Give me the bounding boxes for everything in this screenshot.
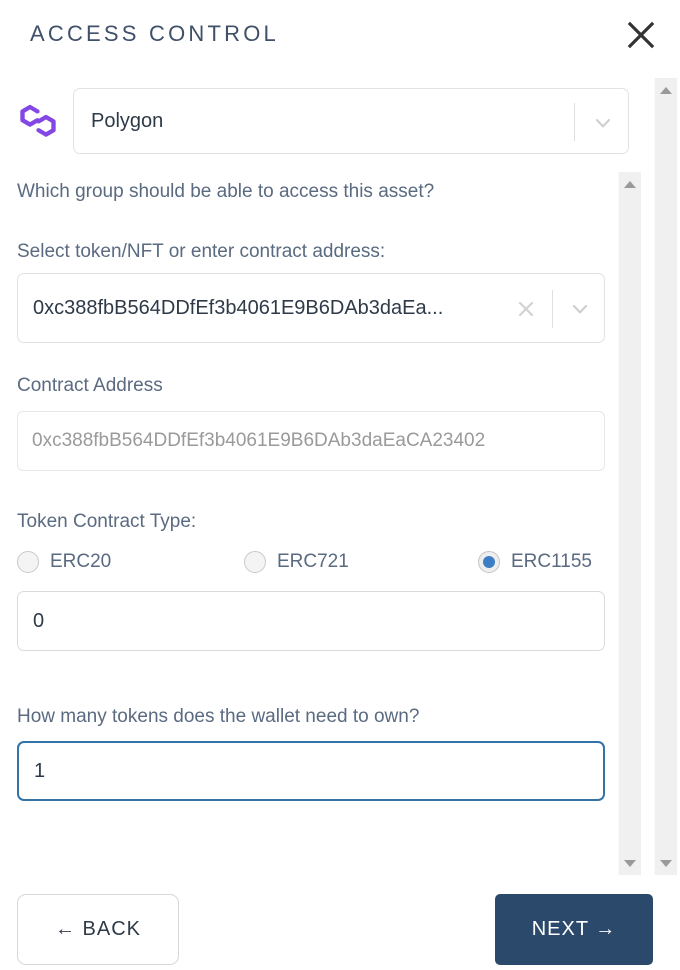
contract-address-input[interactable] [17, 411, 605, 471]
radio-erc20[interactable]: ERC20 [17, 544, 111, 580]
token-select[interactable]: 0xc388fbB564DDfEf3b4061E9B6DAb3daEa... [17, 273, 605, 343]
amount-question-label: How many tokens does the wallet need to … [17, 706, 420, 727]
network-select[interactable]: Polygon [73, 88, 629, 154]
network-select-separator [574, 103, 575, 141]
clear-x-icon[interactable] [515, 298, 537, 320]
radio-label: ERC721 [277, 551, 349, 572]
chevron-down-icon[interactable] [593, 113, 613, 133]
radio-erc721[interactable]: ERC721 [244, 544, 349, 580]
modal-header: ACCESS CONTROL [0, 0, 680, 72]
access-control-modal: ACCESS CONTROL Polygon Which group shoul… [0, 0, 680, 970]
close-button[interactable] [618, 12, 664, 58]
token-id-input[interactable] [17, 591, 605, 651]
radio-icon [244, 551, 266, 573]
form-scroll-panel: Which group should be able to access thi… [0, 166, 618, 878]
scroll-up-arrow-icon[interactable] [619, 176, 641, 192]
close-icon [618, 20, 664, 50]
radio-selected-icon [478, 551, 500, 573]
radio-erc1155[interactable]: ERC1155 [478, 544, 592, 580]
polygon-logo-icon [16, 100, 60, 142]
group-question-label: Which group should be able to access thi… [17, 181, 435, 202]
token-select-value: 0xc388fbB564DDfEf3b4061E9B6DAb3daEa... [33, 297, 444, 319]
token-amount-input[interactable] [17, 741, 605, 801]
page-title: ACCESS CONTROL [30, 21, 279, 46]
inner-scrollbar[interactable] [618, 172, 641, 875]
chevron-down-icon[interactable] [570, 299, 590, 319]
token-select-label: Select token/NFT or enter contract addre… [17, 241, 386, 262]
radio-label: ERC20 [50, 551, 112, 572]
network-row: Polygon [0, 86, 648, 156]
token-contract-type-radio-group: ERC20 ERC721 ERC1155 [0, 544, 618, 580]
contract-address-label: Contract Address [17, 375, 163, 396]
next-button[interactable]: NEXT → [495, 894, 653, 965]
token-select-separator [552, 290, 553, 328]
back-button[interactable]: ← BACK [17, 894, 179, 965]
scroll-down-arrow-icon[interactable] [655, 855, 677, 871]
token-contract-type-label: Token Contract Type: [17, 511, 197, 532]
radio-label: ERC1155 [511, 551, 592, 572]
radio-icon [17, 551, 39, 573]
scroll-down-arrow-icon[interactable] [619, 855, 641, 871]
outer-scrollbar[interactable] [654, 78, 677, 875]
network-select-value: Polygon [91, 110, 164, 132]
scroll-up-arrow-icon[interactable] [655, 82, 677, 98]
